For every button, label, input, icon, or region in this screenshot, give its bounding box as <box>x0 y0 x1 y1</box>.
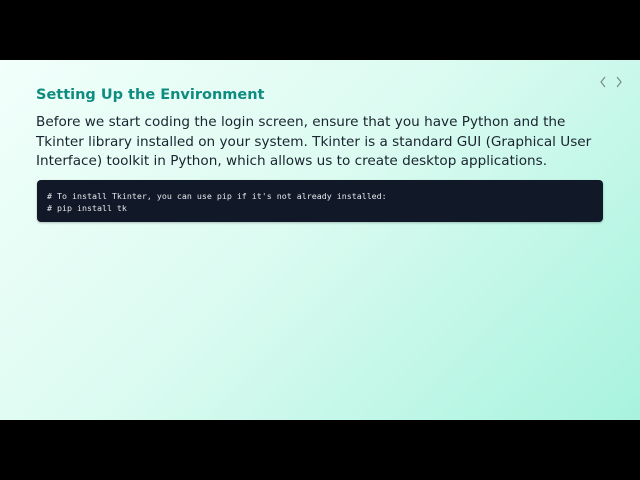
letterbox-top <box>0 0 640 60</box>
slide-navigation <box>598 74 624 90</box>
next-slide-button[interactable] <box>614 74 624 90</box>
slide: Setting Up the Environment Before we sta… <box>0 60 640 420</box>
slide-body-text: Before we start coding the login screen,… <box>36 114 592 169</box>
chevron-right-icon <box>616 76 622 88</box>
slide-title: Setting Up the Environment <box>36 87 265 103</box>
chevron-left-icon <box>600 76 606 88</box>
letterbox-bottom <box>0 420 640 480</box>
code-line: # pip install tk <box>47 203 127 213</box>
prev-slide-button[interactable] <box>598 74 608 90</box>
code-block: # To install Tkinter, you can use pip if… <box>37 180 603 222</box>
code-line: # To install Tkinter, you can use pip if… <box>47 191 387 201</box>
